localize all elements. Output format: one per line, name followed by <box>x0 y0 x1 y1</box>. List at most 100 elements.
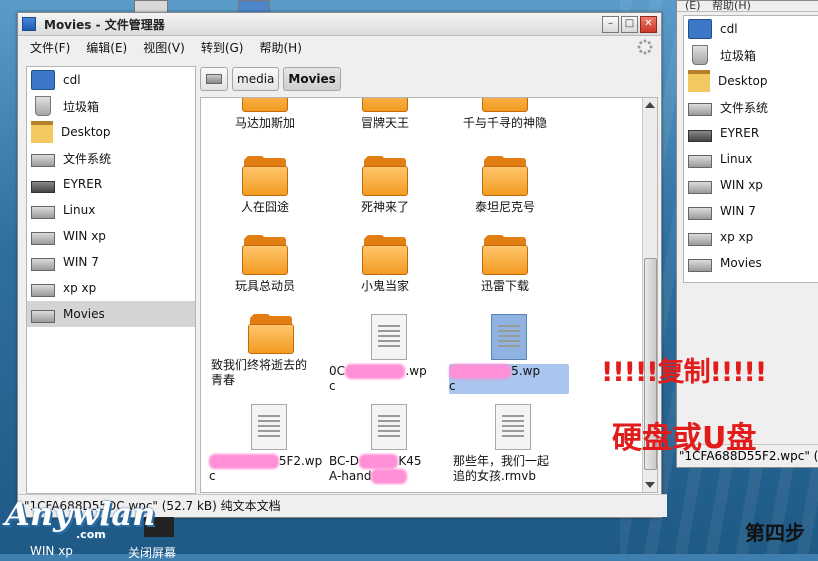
sidebar-item-desktop[interactable]: Desktop <box>27 119 195 145</box>
sidebar-item-label: WIN xp <box>720 178 763 192</box>
desktop-label-screen-off[interactable]: 关闭屏幕 <box>128 544 176 561</box>
sidebar-item-label: WIN 7 <box>720 204 756 218</box>
folder-item[interactable]: 千与千寻的神隐 <box>445 98 565 131</box>
file-item[interactable]: 那些年，我们一起 追的女孩.rmvb <box>453 404 573 484</box>
second-file-manager-window: (E) 帮助(H) cdl 垃圾箱 Desktop 文件系统 EYRER Lin… <box>676 0 818 468</box>
menu-bar: 文件(F) 编辑(E) 视图(V) 转到(G) 帮助(H) <box>18 36 661 58</box>
sidebar-item-filesystem[interactable]: 文件系统 <box>684 94 818 120</box>
sidebar-item-win7[interactable]: WIN 7 <box>684 198 818 224</box>
sidebar-item-linux[interactable]: Linux <box>684 146 818 172</box>
menu-edit-fragment[interactable]: (E) <box>685 0 701 12</box>
sidebar-item-win7[interactable]: WIN 7 <box>27 249 195 275</box>
sidebar-item-xpxp[interactable]: xp xp <box>27 275 195 301</box>
copy-annotation: !!!!!复制!!!!! <box>601 357 767 388</box>
folder-item[interactable]: 玩具总动员 <box>205 235 325 294</box>
folder-item[interactable]: 小鬼当家 <box>325 235 445 294</box>
menu-edit[interactable]: 编辑(E) <box>86 39 127 56</box>
video-file-icon <box>495 404 531 450</box>
sidebar-item-label: 文件系统 <box>63 151 112 166</box>
sidebar-item-filesystem[interactable]: 文件系统 <box>27 145 195 171</box>
folder-icon <box>482 98 528 112</box>
sidebar-item-movies[interactable]: Movies <box>27 301 195 327</box>
folder-icon <box>242 235 288 275</box>
menu-file[interactable]: 文件(F) <box>30 39 70 56</box>
sidebar-item-cdl[interactable]: cdl <box>27 67 195 93</box>
sidebar-item-label: 垃圾箱 <box>720 48 757 63</box>
folder-item[interactable]: 死神来了 <box>325 156 445 215</box>
target-annotation: 硬盘或U盘 <box>612 421 757 456</box>
file-item[interactable]: BC-DKKKKKK45 A-handxxxxx <box>329 404 449 484</box>
drive-icon <box>688 181 712 194</box>
file-item[interactable]: 1CFA688D55F2.wp c <box>209 404 329 484</box>
drive-icon <box>31 206 55 219</box>
drive-icon <box>31 154 55 167</box>
drive-icon <box>688 103 712 116</box>
path-bar: media Movies <box>200 65 345 93</box>
folder-item[interactable]: 冒牌天王 <box>325 98 445 131</box>
file-view: 马达加斯加 冒牌天王 千与千寻的神隐 人在囧途 死神来了 泰坦尼克号 玩具总动员 <box>200 97 658 493</box>
menu-view[interactable]: 视图(V) <box>143 39 185 56</box>
folder-item[interactable]: 迅雷下载 <box>445 235 565 294</box>
trash-icon <box>35 96 51 116</box>
sidebar-item-linux[interactable]: Linux <box>27 197 195 223</box>
sidebar-item-label: Desktop <box>718 74 768 88</box>
path-root-button[interactable] <box>200 67 228 91</box>
sidebar-item-desktop[interactable]: Desktop <box>684 68 818 94</box>
sidebar-item-movies[interactable]: Movies <box>684 250 818 276</box>
menu-help[interactable]: 帮助(H) <box>712 0 751 12</box>
desktop-label-winxp[interactable]: WIN xp <box>30 544 73 558</box>
drive-icon <box>688 155 712 168</box>
trash-icon <box>692 45 708 65</box>
sidebar-item-label: Linux <box>720 152 753 166</box>
text-document-icon <box>251 404 287 450</box>
file-label: 那些年，我们一起 追的女孩.rmvb <box>453 454 550 483</box>
folder-icon <box>242 156 288 196</box>
file-label: 死神来了 <box>360 200 409 214</box>
sidebar-item-winxp[interactable]: WIN xp <box>684 172 818 198</box>
folder-icon <box>362 98 408 112</box>
folder-item[interactable]: 致我们终将逝去的 青春 <box>211 314 331 388</box>
maximize-button[interactable]: □ <box>621 15 638 33</box>
sidebar-item-trash[interactable]: 垃圾箱 <box>684 42 818 68</box>
path-segment-media[interactable]: media <box>232 67 280 91</box>
file-label: 1CFA688D55F2.wp c <box>209 454 323 483</box>
folder-icon <box>242 98 288 112</box>
second-window-menu: (E) 帮助(H) <box>677 0 818 12</box>
sidebar-item-winxp[interactable]: WIN xp <box>27 223 195 249</box>
sidebar-item-label: WIN 7 <box>63 255 99 269</box>
busy-spinner-icon <box>637 39 653 55</box>
sidebar-item-eyrer[interactable]: EYRER <box>27 171 195 197</box>
close-button[interactable]: ✕ <box>640 15 657 33</box>
folder-icon <box>482 156 528 196</box>
folder-icon <box>248 314 294 354</box>
sidebar-item-label: EYRER <box>63 177 103 191</box>
scroll-down-icon[interactable] <box>645 482 655 488</box>
file-label: 迅雷下载 <box>480 279 529 293</box>
folder-item[interactable]: 马达加斯加 <box>205 98 325 131</box>
sidebar-item-trash[interactable]: 垃圾箱 <box>27 93 195 119</box>
title-bar[interactable]: Movies - 文件管理器 – □ ✕ <box>18 13 661 36</box>
folder-icon <box>482 235 528 275</box>
menu-go[interactable]: 转到(G) <box>201 39 244 56</box>
folder-item[interactable]: 泰坦尼克号 <box>445 156 565 215</box>
second-places-sidebar: cdl 垃圾箱 Desktop 文件系统 EYRER Linux WIN xp … <box>683 15 818 283</box>
folder-app-icon <box>22 17 36 31</box>
path-segment-movies[interactable]: Movies <box>283 67 341 91</box>
scroll-up-icon[interactable] <box>645 102 655 108</box>
places-sidebar: cdl 垃圾箱 Desktop 文件系统 EYRER Linux WIN xp … <box>26 66 196 494</box>
menu-help[interactable]: 帮助(H) <box>259 39 301 56</box>
sidebar-item-label: Linux <box>63 203 96 217</box>
file-item[interactable]: 0CFA7C7FB6.wp c <box>329 314 449 394</box>
minimize-button[interactable]: – <box>602 15 619 33</box>
sidebar-item-label: 垃圾箱 <box>63 99 100 114</box>
sidebar-item-label: 文件系统 <box>720 100 769 115</box>
sidebar-item-eyrer[interactable]: EYRER <box>684 120 818 146</box>
drive-icon <box>31 310 55 323</box>
step-annotation: 第四步 <box>745 521 805 545</box>
folder-item[interactable]: 人在囧途 <box>205 156 325 215</box>
file-item-selected[interactable]: 1CFA688D5.wp c <box>449 314 569 394</box>
sidebar-item-xpxp[interactable]: xp xp <box>684 224 818 250</box>
sidebar-item-cdl[interactable]: cdl <box>684 16 818 42</box>
sidebar-item-label: Movies <box>63 307 105 321</box>
sidebar-item-label: cdl <box>720 22 738 36</box>
